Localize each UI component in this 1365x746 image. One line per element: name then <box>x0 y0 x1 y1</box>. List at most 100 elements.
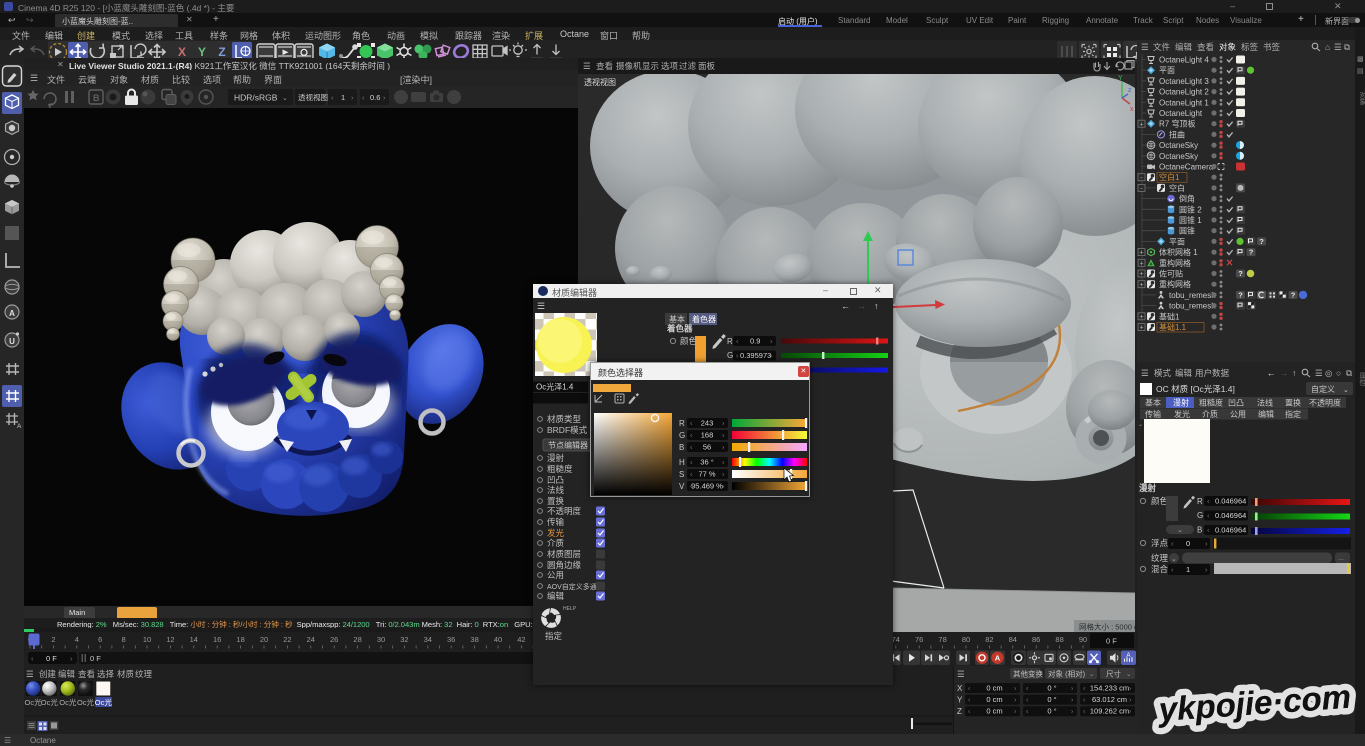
svg-text:⌄: ⌄ <box>317 96 322 102</box>
svg-text:20: 20 <box>260 635 268 644</box>
svg-text:查看: 查看 <box>596 61 613 71</box>
svg-text:文件: 文件 <box>1153 42 1171 52</box>
svg-text:H: H <box>679 458 685 467</box>
svg-text:86: 86 <box>1032 635 1040 644</box>
svg-text:84: 84 <box>1009 635 1017 644</box>
svg-text:12: 12 <box>166 635 174 644</box>
svg-text:OC 材质 [Oc光泽1.4]: OC 材质 [Oc光泽1.4] <box>1156 384 1235 394</box>
svg-text:tobu_remesh: tobu_remesh <box>1169 302 1216 311</box>
svg-text:漫射: 漫射 <box>1139 483 1157 493</box>
svg-text:G: G <box>1197 511 1203 520</box>
svg-text:OctaneLight 2: OctaneLight 2 <box>1159 88 1209 97</box>
svg-text:佐可贴: 佐可贴 <box>1159 269 1183 279</box>
svg-text:HELP: HELP <box>563 606 577 612</box>
svg-text:?: ? <box>1238 291 1243 300</box>
svg-text:B: B <box>93 93 100 103</box>
svg-text:OctaneLight 1: OctaneLight 1 <box>1159 98 1209 107</box>
svg-text:平面: 平面 <box>1169 237 1185 246</box>
svg-text:粗糙度: 粗糙度 <box>1199 398 1223 408</box>
svg-text:指定: 指定 <box>1285 409 1301 419</box>
svg-text:30: 30 <box>377 635 385 644</box>
svg-text:6: 6 <box>98 635 102 644</box>
svg-text:圆锥 2: 圆锥 2 <box>1179 204 1202 214</box>
svg-text:→: → <box>1280 368 1289 378</box>
svg-text:☰: ☰ <box>1141 368 1149 378</box>
svg-text:查看: 查看 <box>1197 42 1214 52</box>
svg-text:编辑: 编辑 <box>547 591 565 601</box>
svg-text:Z: Z <box>218 45 225 59</box>
svg-text:空白1: 空白1 <box>1159 172 1180 182</box>
svg-text:⌄: ⌄ <box>1171 556 1177 563</box>
svg-text:76: 76 <box>915 635 923 644</box>
svg-text:z: z <box>1128 87 1132 94</box>
svg-text:⌂: ⌂ <box>1325 42 1330 52</box>
svg-text:32: 32 <box>400 635 408 644</box>
svg-text:tobu_remesh: tobu_remesh <box>1169 291 1216 300</box>
svg-text:对象 (相对): 对象 (相对) <box>1048 669 1086 679</box>
svg-text:模式: 模式 <box>1154 368 1172 378</box>
svg-text:⧉: ⧉ <box>1344 42 1351 52</box>
svg-text:圆角边缘: 圆角边缘 <box>547 560 582 570</box>
svg-text:88: 88 <box>1055 635 1063 644</box>
svg-text:用户数据: 用户数据 <box>1195 368 1230 378</box>
svg-text:☰: ☰ <box>1315 368 1323 378</box>
svg-text:Oc光: Oc光 <box>95 697 113 707</box>
svg-text:B: B <box>1197 526 1202 535</box>
svg-text:80: 80 <box>962 635 970 644</box>
svg-text:40: 40 <box>494 635 502 644</box>
svg-text:置换: 置换 <box>1285 398 1301 408</box>
svg-text:56: 56 <box>703 443 711 452</box>
svg-text:+: + <box>1139 121 1143 128</box>
svg-text:109.262 cm: 109.262 cm <box>1090 707 1129 716</box>
svg-text:78: 78 <box>938 635 946 644</box>
svg-text:不透明度: 不透明度 <box>1309 398 1341 408</box>
svg-text:R: R <box>1197 497 1203 506</box>
svg-text:U: U <box>9 337 15 346</box>
svg-text:X: X <box>178 45 186 59</box>
svg-text:B: B <box>679 443 684 452</box>
svg-text:0.046964: 0.046964 <box>1215 526 1246 535</box>
svg-text:18: 18 <box>236 635 244 644</box>
svg-text:书签: 书签 <box>1263 42 1281 52</box>
svg-text:S: S <box>679 470 684 479</box>
svg-text:0: 0 <box>1186 539 1190 548</box>
svg-text:+: + <box>1139 271 1143 278</box>
svg-text:不透明度: 不透明度 <box>547 506 582 516</box>
svg-text:36: 36 <box>447 635 455 644</box>
svg-text:圆锥: 圆锥 <box>1179 226 1195 236</box>
svg-text:凹凸: 凹凸 <box>1228 399 1244 408</box>
svg-text:?: ? <box>1291 291 1296 300</box>
svg-text:Oc光: Oc光 <box>25 697 43 707</box>
svg-text:纹理: 纹理 <box>1151 553 1169 563</box>
svg-text:材质: 材质 <box>117 669 135 679</box>
svg-text:漫射: 漫射 <box>547 453 565 463</box>
svg-text:法线: 法线 <box>1257 398 1273 408</box>
svg-text:A: A <box>995 654 1001 663</box>
svg-text:置换: 置换 <box>547 496 565 506</box>
svg-text:⌄: ⌄ <box>1089 671 1094 678</box>
svg-text:0 F: 0 F <box>46 654 57 663</box>
svg-text:纹理: 纹理 <box>135 669 153 679</box>
svg-text:95.469 %: 95.469 % <box>691 482 723 491</box>
svg-text:↑: ↑ <box>1292 368 1296 378</box>
svg-text:HDR/sRGB: HDR/sRGB <box>234 93 278 103</box>
svg-text:OctaneLight: OctaneLight <box>1159 109 1203 118</box>
svg-text:介质: 介质 <box>1202 409 1218 419</box>
svg-text:OctaneCamera: OctaneCamera <box>1159 163 1214 172</box>
svg-text:公用: 公用 <box>1230 410 1246 419</box>
svg-text:...: ... <box>1338 555 1344 562</box>
svg-text:+: + <box>1139 282 1143 289</box>
svg-text:?: ? <box>1259 237 1264 246</box>
svg-text:0 °: 0 ° <box>1047 707 1056 716</box>
svg-text:4: 4 <box>75 635 79 644</box>
svg-text:☰: ☰ <box>1334 42 1342 52</box>
svg-text:⧉: ⧉ <box>1346 368 1353 378</box>
svg-text:ykpojie·com: ykpojie·com <box>1156 678 1353 728</box>
svg-text:x: x <box>1130 106 1134 113</box>
svg-text:0 °: 0 ° <box>1047 695 1056 704</box>
svg-text:编辑: 编辑 <box>58 669 76 679</box>
svg-text:1: 1 <box>1186 565 1190 574</box>
svg-text:Oc光: Oc光 <box>59 697 77 707</box>
svg-text:○: ○ <box>1336 368 1341 378</box>
svg-text:发光: 发光 <box>547 528 565 538</box>
